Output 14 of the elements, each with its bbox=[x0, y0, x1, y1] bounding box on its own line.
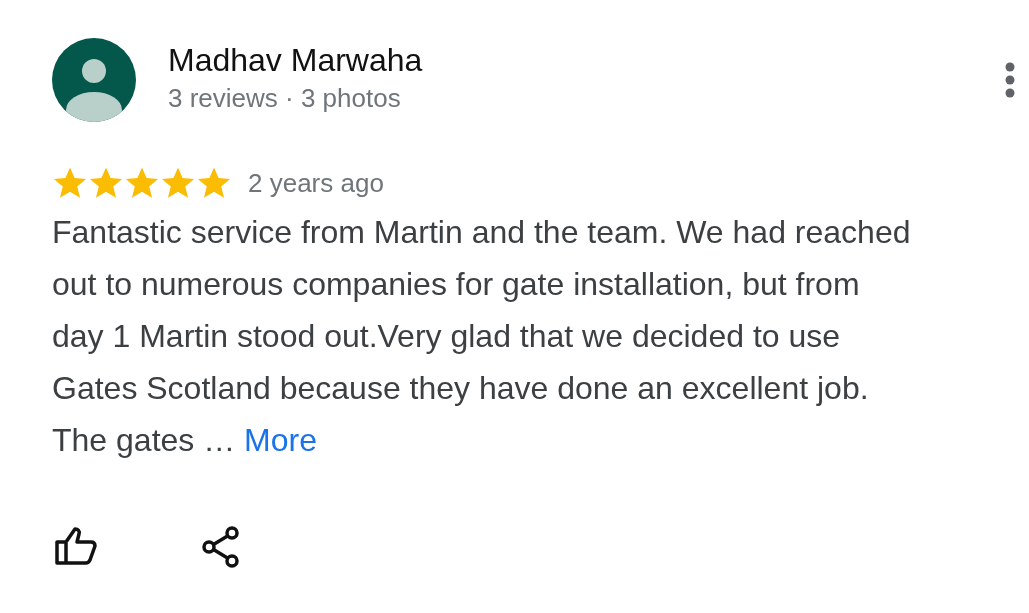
star-icon bbox=[124, 166, 160, 200]
reviewer-name[interactable]: Madhav Marwaha bbox=[168, 40, 423, 80]
review-time: 2 years ago bbox=[248, 167, 384, 199]
more-link[interactable]: More bbox=[244, 422, 317, 458]
star-icon bbox=[196, 166, 232, 200]
share-icon[interactable] bbox=[202, 526, 240, 568]
thumbs-up-icon[interactable] bbox=[54, 526, 98, 566]
star-icon bbox=[160, 166, 196, 200]
avatar-icon bbox=[52, 38, 136, 122]
star-icon bbox=[52, 166, 88, 200]
review-text: Fantastic service from Martin and the team. We had reached out to numerous companies for gate installation, but from day 1 Martin stood out.Very glad that we decided to use Gates Scotland because they have done an excellent job. The gates … More bbox=[52, 213, 912, 460]
more-options-icon[interactable] bbox=[1005, 62, 1015, 98]
star-icon bbox=[88, 166, 124, 200]
reviewer-stats: 3 reviews · 3 photos bbox=[168, 82, 402, 115]
